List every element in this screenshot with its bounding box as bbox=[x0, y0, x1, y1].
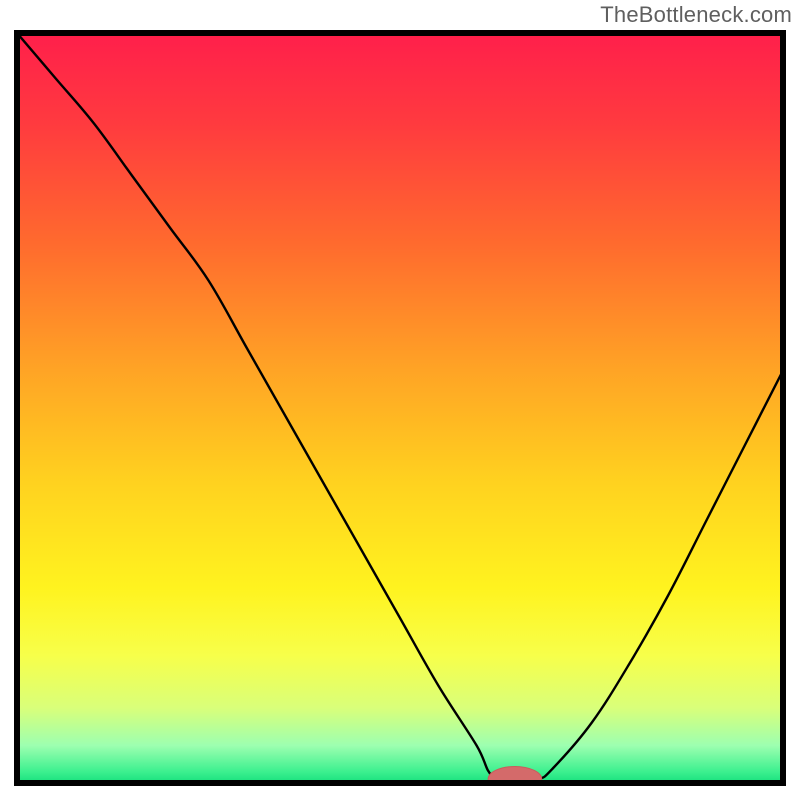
bottleneck-plot bbox=[14, 30, 786, 786]
watermark-text: TheBottleneck.com bbox=[600, 2, 792, 28]
chart-container: TheBottleneck.com bbox=[0, 0, 800, 800]
gradient-background bbox=[17, 33, 783, 783]
